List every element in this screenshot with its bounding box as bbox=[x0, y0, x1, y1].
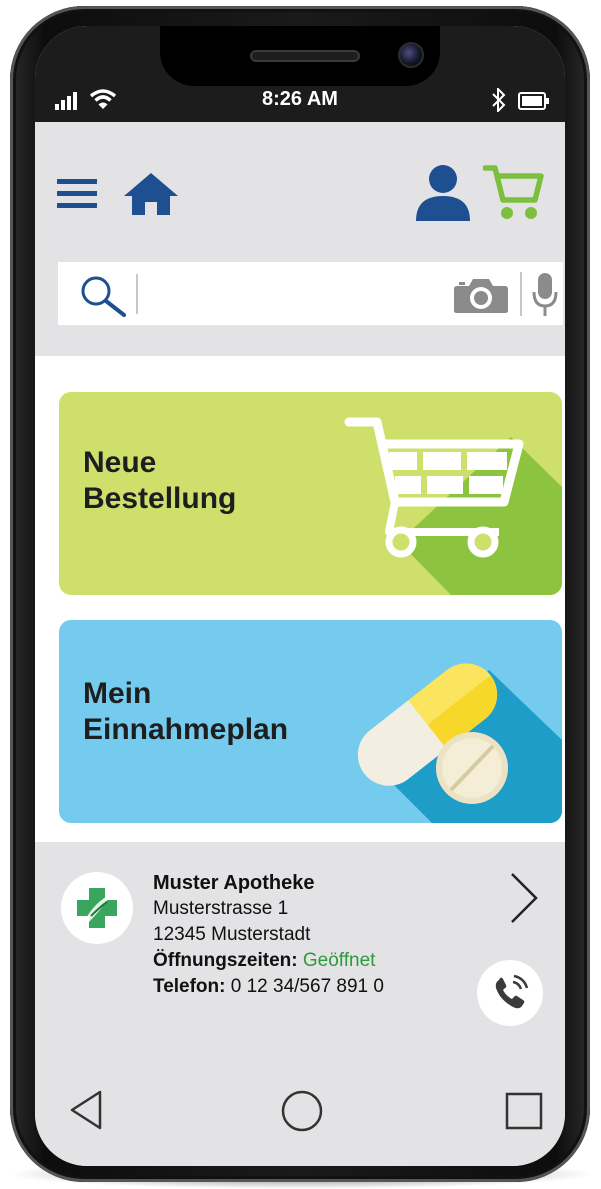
back-icon[interactable] bbox=[69, 1090, 103, 1130]
front-camera bbox=[398, 42, 424, 68]
phone-number: 0 12 34/567 891 0 bbox=[230, 976, 384, 997]
phone-label: Telefon: bbox=[153, 976, 226, 997]
camera-icon[interactable] bbox=[453, 276, 509, 314]
search-bar bbox=[58, 262, 563, 325]
text-cursor bbox=[136, 274, 138, 314]
pharmacy-info[interactable]: Muster Apotheke Musterstrasse 1 12345 Mu… bbox=[35, 842, 565, 1052]
pharmacy-name: Muster Apotheke bbox=[153, 872, 315, 894]
signal-icon bbox=[55, 92, 77, 110]
battery-icon bbox=[518, 92, 549, 110]
shopping-cart-icon[interactable] bbox=[483, 164, 545, 222]
hamburger-menu-icon[interactable] bbox=[57, 179, 97, 209]
search-icon[interactable] bbox=[80, 275, 128, 317]
pharmacy-street: Musterstrasse 1 bbox=[153, 898, 289, 919]
opening-hours-label: Öffnungszeiten: bbox=[153, 950, 298, 971]
phone-frame: 8:26 AM Neue Bestellung Mein Einnahmepla… bbox=[10, 6, 590, 1182]
new-order-tile[interactable]: Neue Bestellung bbox=[59, 392, 562, 595]
phone-line: Telefon: 0 12 34/567 891 0 bbox=[153, 976, 384, 998]
recent-apps-icon[interactable] bbox=[505, 1092, 543, 1130]
new-order-title: Neue Bestellung bbox=[83, 446, 237, 515]
search-divider bbox=[520, 272, 522, 316]
opening-status: Geöffnet bbox=[302, 950, 376, 971]
phone-notch bbox=[160, 26, 440, 86]
user-icon[interactable] bbox=[415, 164, 471, 222]
pharmacy-city: 12345 Musterstadt bbox=[153, 924, 311, 945]
chevron-right-icon[interactable] bbox=[509, 872, 539, 924]
medication-plan-title: Mein Einnahmeplan bbox=[83, 677, 289, 746]
speaker-grille bbox=[250, 50, 360, 62]
home-icon[interactable] bbox=[123, 172, 179, 216]
home-circle-icon[interactable] bbox=[281, 1090, 323, 1132]
screen: 8:26 AM Neue Bestellung Mein Einnahmepla… bbox=[35, 26, 565, 1166]
wifi-icon bbox=[89, 89, 117, 109]
main-content: Neue Bestellung Mein Einnahmeplan bbox=[35, 356, 565, 842]
phone-call-icon bbox=[495, 974, 529, 1009]
status-time: 8:26 AM bbox=[262, 88, 338, 110]
pharmacy-logo bbox=[61, 872, 133, 944]
phone-bezel: 8:26 AM Neue Bestellung Mein Einnahmepla… bbox=[35, 26, 565, 1166]
call-button[interactable] bbox=[477, 960, 543, 1026]
app-header bbox=[35, 122, 565, 232]
navigation-bar bbox=[35, 1052, 565, 1166]
search-input[interactable] bbox=[144, 272, 448, 316]
opening-hours: Öffnungszeiten: Geöffnet bbox=[153, 950, 375, 972]
microphone-icon[interactable] bbox=[532, 272, 558, 318]
pharmacy-cross-icon bbox=[77, 888, 117, 928]
bluetooth-icon bbox=[492, 88, 506, 112]
medication-plan-tile[interactable]: Mein Einnahmeplan bbox=[59, 620, 562, 823]
